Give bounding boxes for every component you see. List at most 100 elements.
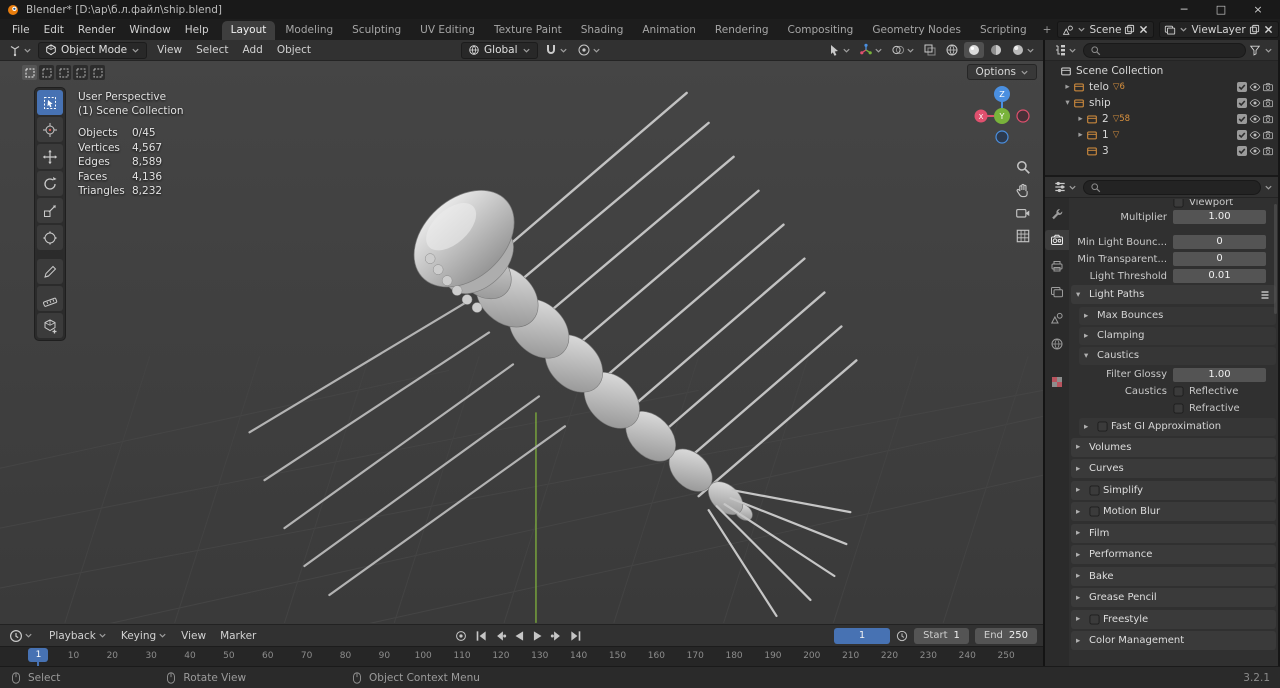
- tab-rendering[interactable]: Rendering: [706, 21, 778, 40]
- zoom-icon[interactable]: [1015, 159, 1031, 175]
- checkbox-icon[interactable]: [1236, 81, 1248, 93]
- filter-icon[interactable]: [1249, 44, 1261, 56]
- timeline-menu-marker[interactable]: Marker: [213, 628, 263, 644]
- chevron-down-icon[interactable]: [1264, 46, 1273, 55]
- navigation-gizmo[interactable]: Z X Y: [972, 85, 1032, 145]
- tab-uv-editing[interactable]: UV Editing: [411, 21, 484, 40]
- checkbox-empty-icon[interactable]: [1173, 403, 1184, 414]
- menu-lines-icon[interactable]: [1259, 289, 1271, 301]
- shading-solid-button[interactable]: [964, 42, 984, 58]
- gizmo-z-label[interactable]: Z: [999, 90, 1005, 99]
- jump-to-end-button[interactable]: [567, 628, 584, 644]
- outliner-row-1[interactable]: ▸ 1 ▽: [1045, 127, 1278, 143]
- cam-icon[interactable]: [1262, 113, 1274, 125]
- new-viewlayer-icon[interactable]: [1249, 24, 1260, 35]
- timeline-menu-playback[interactable]: Playback: [42, 628, 114, 644]
- transform-orientation-dropdown[interactable]: Global: [461, 41, 538, 59]
- eye-icon[interactable]: [1249, 145, 1261, 157]
- new-scene-icon[interactable]: [1124, 24, 1135, 35]
- jump-to-start-button[interactable]: [472, 628, 489, 644]
- close-button[interactable]: ×: [1243, 0, 1273, 19]
- show-gizmo-dropdown[interactable]: [856, 42, 886, 58]
- disclosure-icon[interactable]: ▾: [1062, 98, 1073, 108]
- viewport-menu-object[interactable]: Object: [270, 42, 318, 58]
- outliner-row-ship[interactable]: ▾ ship: [1045, 95, 1278, 111]
- tool-properties-tab[interactable]: [1045, 204, 1069, 224]
- properties-editor-type-button[interactable]: [1050, 179, 1080, 195]
- checkbox-empty-icon[interactable]: [1089, 484, 1100, 496]
- outliner-row-3[interactable]: 3: [1045, 143, 1278, 159]
- frame-range-icon[interactable]: [896, 630, 908, 642]
- select-box-tool[interactable]: [37, 90, 63, 115]
- properties-search-input[interactable]: [1083, 179, 1261, 195]
- select-mode-select-circle[interactable]: [56, 65, 71, 80]
- xray-toggle[interactable]: [920, 42, 940, 58]
- add-workspace-button[interactable]: +: [1037, 21, 1058, 40]
- play-reverse-button[interactable]: [510, 628, 527, 644]
- panel-volumes[interactable]: ▸ Volumes: [1071, 437, 1276, 457]
- cam-icon[interactable]: [1262, 97, 1274, 109]
- shading-wireframe-button[interactable]: [942, 42, 962, 58]
- options-dropdown[interactable]: Options: [967, 64, 1037, 80]
- outliner-row-2[interactable]: ▸ 2 ▽58: [1045, 111, 1278, 127]
- output-properties-tab[interactable]: [1045, 256, 1069, 276]
- tab-modeling[interactable]: Modeling: [276, 21, 342, 40]
- checkbox-icon[interactable]: [1236, 145, 1248, 157]
- checkbox-empty-icon[interactable]: [1173, 199, 1184, 208]
- select-mode-cursor[interactable]: [90, 65, 105, 80]
- scene-selector[interactable]: Scene: [1057, 21, 1155, 38]
- disclosure-icon[interactable]: ▸: [1075, 114, 1086, 124]
- panel-fast-gi-approximation[interactable]: ▸ Fast GI Approximation: [1079, 417, 1276, 436]
- texture-properties-tab[interactable]: [1045, 372, 1069, 392]
- cam-icon[interactable]: [1262, 145, 1274, 157]
- jump-to-next-keyframe-button[interactable]: [548, 628, 565, 644]
- panel-caustics[interactable]: ▾ Caustics: [1079, 346, 1276, 365]
- playhead[interactable]: 1: [28, 648, 49, 662]
- minimize-button[interactable]: ─: [1169, 0, 1199, 19]
- start-frame-field[interactable]: Start 1: [914, 627, 969, 644]
- panel-light-paths[interactable]: ▾ Light Paths: [1071, 285, 1276, 304]
- measure-tool[interactable]: [37, 286, 63, 311]
- viewport-menu-view[interactable]: View: [150, 42, 189, 58]
- transform-tool[interactable]: [37, 225, 63, 250]
- checkbox-icon[interactable]: [1236, 97, 1248, 109]
- maximize-button[interactable]: □: [1206, 0, 1236, 19]
- panel-curves[interactable]: ▸ Curves: [1071, 459, 1276, 478]
- pan-hand-icon[interactable]: [1015, 182, 1031, 198]
- show-overlays-dropdown[interactable]: [888, 42, 918, 58]
- render-properties-tab[interactable]: [1045, 230, 1069, 250]
- editor-type-button[interactable]: [5, 42, 35, 58]
- select-mode-select-box[interactable]: [39, 65, 54, 80]
- panel-clamping[interactable]: ▸ Clamping: [1079, 326, 1276, 345]
- view-layer-properties-tab[interactable]: [1045, 282, 1069, 302]
- tab-sculpting[interactable]: Sculpting: [343, 21, 410, 40]
- menu-edit[interactable]: Edit: [37, 22, 71, 38]
- disclosure-icon[interactable]: ▸: [1062, 82, 1073, 92]
- tab-layout[interactable]: Layout: [221, 21, 276, 40]
- play-button[interactable]: [529, 628, 546, 644]
- frame-ruler[interactable]: 1 10 20 30 40 50 60 70 80 90 100 110 120 130 140 150 160…: [0, 646, 1043, 666]
- eye-icon[interactable]: [1249, 129, 1261, 141]
- panel-freestyle[interactable]: ▸ Freestyle: [1071, 609, 1276, 629]
- shading-rendered-button[interactable]: [1008, 42, 1038, 58]
- scrollbar[interactable]: [1274, 204, 1277, 314]
- cam-icon[interactable]: [1262, 81, 1274, 93]
- checkbox-empty-icon[interactable]: [1097, 421, 1108, 432]
- select-mode-select-lasso[interactable]: [73, 65, 88, 80]
- panel-performance[interactable]: ▸ Performance: [1071, 545, 1276, 564]
- checkbox-icon[interactable]: [1236, 129, 1248, 141]
- panel-grease-pencil[interactable]: ▸ Grease Pencil: [1071, 588, 1276, 607]
- move-tool[interactable]: [37, 144, 63, 169]
- rotate-tool[interactable]: [37, 171, 63, 196]
- timeline-menu-keying[interactable]: Keying: [114, 628, 174, 644]
- panel-simplify[interactable]: ▸ Simplify: [1071, 480, 1276, 500]
- tab-shading[interactable]: Shading: [572, 21, 633, 40]
- cam-icon[interactable]: [1262, 129, 1274, 141]
- outliner-editor-type-button[interactable]: [1050, 42, 1080, 58]
- tab-texture-paint[interactable]: Texture Paint: [485, 21, 571, 40]
- shading-material-button[interactable]: [986, 42, 1006, 58]
- gizmo-x-label[interactable]: X: [979, 113, 984, 121]
- snap-toggle[interactable]: [541, 42, 571, 58]
- menu-file[interactable]: File: [5, 22, 37, 38]
- world-properties-tab[interactable]: [1045, 334, 1069, 354]
